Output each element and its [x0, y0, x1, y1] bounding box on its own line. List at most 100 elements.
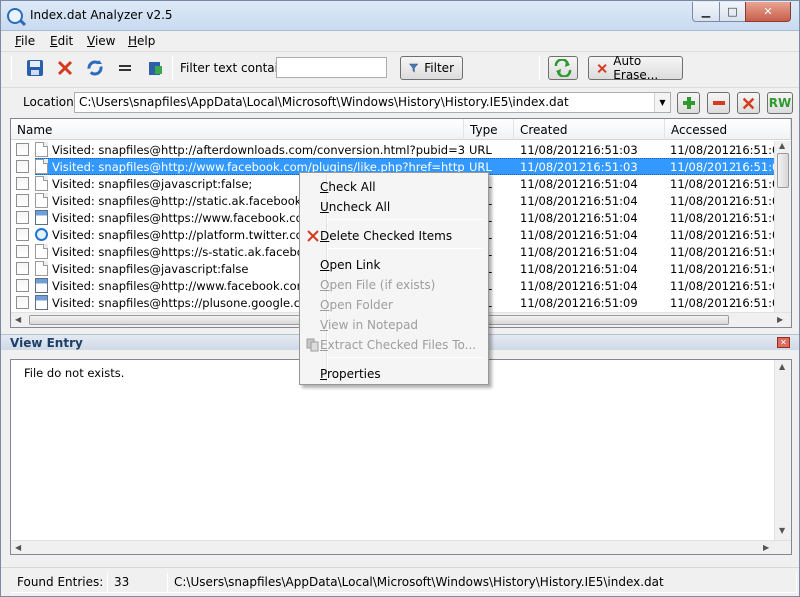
export-button[interactable] — [143, 56, 167, 80]
row-checkbox[interactable] — [16, 228, 29, 241]
filter-button-label: Filter — [424, 61, 454, 75]
remove-location-button[interactable] — [707, 92, 730, 114]
scroll-right-icon[interactable]: ▶ — [763, 543, 769, 552]
extract-files-icon — [306, 338, 319, 352]
row-accessed-date: 11/08/2012 — [670, 177, 737, 191]
menu-uncheck-all[interactable]: Uncheck All — [302, 197, 486, 217]
red-x-icon — [742, 97, 755, 109]
window-app-icon — [35, 278, 48, 293]
list-vertical-scrollbar[interactable]: ▲ — [774, 141, 791, 313]
row-accessed-date: 11/08/2012 — [670, 262, 737, 276]
toolbar-separator — [539, 56, 540, 80]
row-accessed-date: 11/08/2012 — [670, 245, 737, 259]
toolbar-separator — [172, 56, 173, 80]
clear-location-button[interactable] — [737, 92, 760, 114]
rw-label: RW — [768, 96, 792, 110]
magnifier-app-icon — [7, 8, 23, 24]
equal-button[interactable] — [113, 56, 137, 80]
row-accessed-date: 11/08/2012 — [670, 160, 737, 174]
entry-horizontal-scrollbar[interactable]: ◀ ▶ — [11, 540, 791, 554]
scroll-left-icon[interactable]: ◀ — [15, 315, 21, 324]
green-arrows-icon — [554, 59, 572, 77]
row-checkbox[interactable] — [16, 160, 29, 173]
menu-file[interactable]: File — [15, 34, 35, 48]
row-name: Visited: snapfiles@http://afterdownloads… — [52, 143, 464, 157]
status-path: C:\Users\snapfiles\AppData\Local\Microso… — [168, 573, 797, 593]
row-accessed-date: 11/08/2012 — [670, 194, 737, 208]
filter-text-input[interactable] — [276, 57, 387, 78]
column-header-type[interactable]: Type — [464, 119, 514, 140]
table-row[interactable]: Visited: snapfiles@http://afterdownloads… — [11, 141, 787, 158]
menu-delete-checked[interactable]: Delete Checked Items — [302, 226, 486, 246]
row-created-date: 11/08/2012 — [520, 279, 587, 293]
row-created-time: 16:51:04 — [586, 228, 638, 242]
row-checkbox[interactable] — [16, 143, 29, 156]
row-checkbox[interactable] — [16, 211, 29, 224]
red-x-icon — [597, 63, 607, 73]
menu-open-link[interactable]: Open Link — [302, 255, 486, 275]
row-checkbox[interactable] — [16, 245, 29, 258]
column-header-name[interactable]: Name — [11, 119, 464, 140]
delete-button[interactable] — [53, 56, 77, 80]
panel-close-button[interactable]: ✕ — [777, 337, 790, 348]
close-window-button[interactable]: ✕ — [745, 2, 791, 22]
funnel-icon — [409, 63, 419, 73]
scroll-down-icon[interactable]: ▼ — [779, 526, 785, 535]
maximize-button[interactable]: □ — [719, 2, 746, 22]
auto-erase-button[interactable]: Auto Erase... — [588, 54, 683, 82]
dropdown-arrow-icon[interactable]: ▼ — [654, 93, 670, 112]
title-bar[interactable]: Index.dat Analyzer v2.5 ▁ □ ✕ — [1, 1, 799, 31]
refresh-button[interactable] — [83, 56, 107, 80]
scan-button[interactable] — [548, 56, 578, 80]
minimize-button[interactable]: ▁ — [692, 2, 720, 22]
menu-separator — [328, 357, 484, 358]
menu-view[interactable]: View — [87, 34, 115, 48]
row-checkbox[interactable] — [16, 279, 29, 292]
export-icon — [149, 62, 162, 75]
auto-erase-label: Auto Erase... — [613, 54, 659, 82]
row-checkbox[interactable] — [16, 262, 29, 275]
menu-help[interactable]: Help — [128, 34, 155, 48]
row-checkbox[interactable] — [16, 296, 29, 309]
document-icon — [35, 176, 48, 191]
scroll-left-icon[interactable]: ◀ — [15, 543, 21, 552]
location-bar: Location C:\Users\snapfiles\AppData\Loca… — [1, 87, 799, 117]
column-header-accessed[interactable]: Accessed — [665, 119, 791, 140]
view-entry-content: File do not exists. — [24, 366, 125, 380]
add-location-button[interactable] — [677, 92, 700, 114]
window-title: Index.dat Analyzer v2.5 — [30, 8, 173, 22]
save-button[interactable] — [23, 56, 47, 80]
row-checkbox[interactable] — [16, 194, 29, 207]
scroll-up-icon[interactable]: ▲ — [779, 362, 785, 371]
scroll-thumb[interactable] — [777, 153, 789, 188]
view-entry-textbox[interactable]: File do not exists. ▲ ▼ ◀ ▶ — [10, 359, 792, 555]
menu-view-in-notepad: View in Notepad — [320, 318, 419, 332]
filter-button[interactable]: Filter — [400, 56, 463, 80]
location-combobox[interactable]: C:\Users\snapfiles\AppData\Local\Microso… — [74, 92, 671, 113]
window-app-icon — [35, 210, 48, 225]
row-created-date: 11/08/2012 — [520, 296, 587, 310]
context-menu: Check All Uncheck All Delete Checked Ite… — [299, 172, 489, 385]
rw-button[interactable]: RW — [767, 92, 793, 114]
row-created-date: 11/08/2012 — [520, 194, 587, 208]
menu-open-file: Open File (if exists) — [320, 278, 436, 292]
column-header-created[interactable]: Created — [514, 119, 665, 140]
floppy-save-icon — [27, 60, 43, 76]
scroll-right-icon[interactable]: ▶ — [777, 315, 783, 324]
close-icon: ✕ — [763, 5, 773, 18]
document-icon — [35, 159, 48, 174]
entry-vertical-scrollbar[interactable]: ▲ ▼ — [774, 360, 791, 540]
close-icon: ✕ — [780, 338, 787, 347]
row-accessed-date: 11/08/2012 — [670, 296, 737, 310]
maximize-icon: □ — [727, 5, 738, 18]
menu-properties[interactable]: Properties — [302, 364, 486, 384]
row-created-time: 16:51:04 — [586, 279, 638, 293]
row-checkbox[interactable] — [16, 177, 29, 190]
row-created-time: 16:51:04 — [586, 194, 638, 208]
scroll-up-icon[interactable]: ▲ — [779, 141, 785, 150]
menu-check-all[interactable]: Check All — [302, 177, 486, 197]
list-header: Name Type Created Accessed — [11, 119, 791, 140]
row-created-time: 16:51:03 — [586, 143, 638, 157]
refresh-icon — [87, 60, 103, 76]
menu-edit[interactable]: Edit — [50, 34, 73, 48]
